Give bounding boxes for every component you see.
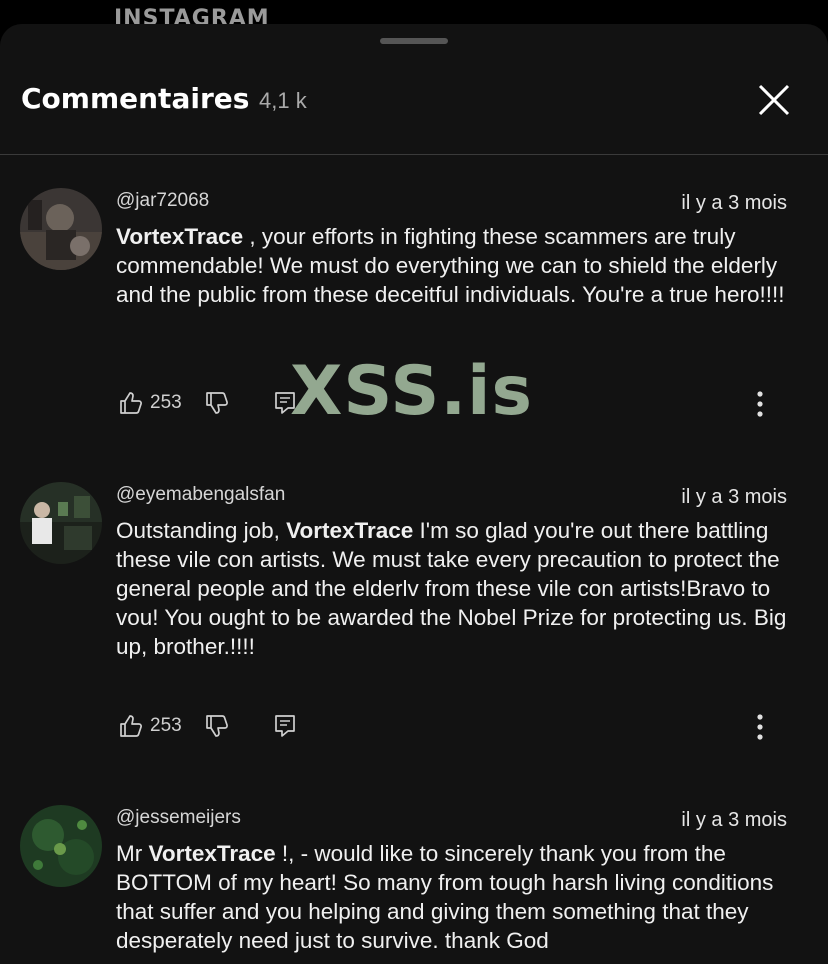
thumbs-down-icon[interactable]: [204, 713, 230, 739]
reply-icon[interactable]: [272, 713, 298, 739]
mention-link[interactable]: VortexTrace: [116, 224, 243, 249]
comment-text: Outstanding job, VortexTrace I'm so glad…: [116, 516, 796, 661]
comment-text-prefix: Outstanding job,: [116, 518, 287, 543]
comments-count: 4,1 k: [259, 88, 307, 113]
avatar[interactable]: [20, 805, 102, 887]
like-count: 253: [150, 715, 182, 736]
close-icon[interactable]: [752, 78, 796, 122]
comments-sheet: Commentaires 4,1 k @jar72068 il y a 3 mo…: [0, 24, 828, 964]
avatar[interactable]: [20, 482, 102, 564]
comment-author[interactable]: @jessemeijers: [116, 807, 241, 829]
reply-icon[interactable]: [272, 390, 298, 416]
comment-actions: 253: [116, 386, 796, 420]
comment-item: @eyemabengalsfan il y a 3 mois Outstandi…: [0, 482, 828, 740]
comment-text: VortexTrace , your efforts in fighting t…: [116, 222, 796, 309]
comments-header: Commentaires 4,1 k: [0, 72, 828, 155]
avatar[interactable]: [20, 188, 102, 270]
thumbs-up-icon[interactable]: [118, 713, 144, 739]
thumbs-down-icon[interactable]: [204, 390, 230, 416]
comment-text-prefix: Mr: [116, 841, 149, 866]
comment-time: il y a 3 mois: [681, 486, 787, 508]
like-count: 253: [150, 392, 182, 413]
more-vertical-icon[interactable]: [748, 711, 772, 743]
comment-author[interactable]: @eyemabengalsfan: [116, 484, 285, 506]
more-vertical-icon[interactable]: [748, 388, 772, 420]
drag-handle[interactable]: [380, 38, 448, 44]
comment-time: il y a 3 mois: [681, 809, 787, 831]
mention-link[interactable]: VortexTrace: [149, 841, 276, 866]
comment-author[interactable]: @jar72068: [116, 190, 209, 212]
comments-title: Commentaires: [21, 82, 250, 115]
comment-actions: 253: [116, 709, 796, 743]
thumbs-up-icon[interactable]: [118, 390, 144, 416]
mention-link[interactable]: VortexTrace: [286, 518, 413, 543]
comment-item: @jessemeijers il y a 3 mois Mr VortexTra…: [0, 805, 828, 964]
comment-item: @jar72068 il y a 3 mois VortexTrace , yo…: [0, 188, 828, 417]
comment-time: il y a 3 mois: [681, 192, 787, 214]
comment-text: Mr VortexTrace !, - would like to sincer…: [116, 839, 796, 955]
